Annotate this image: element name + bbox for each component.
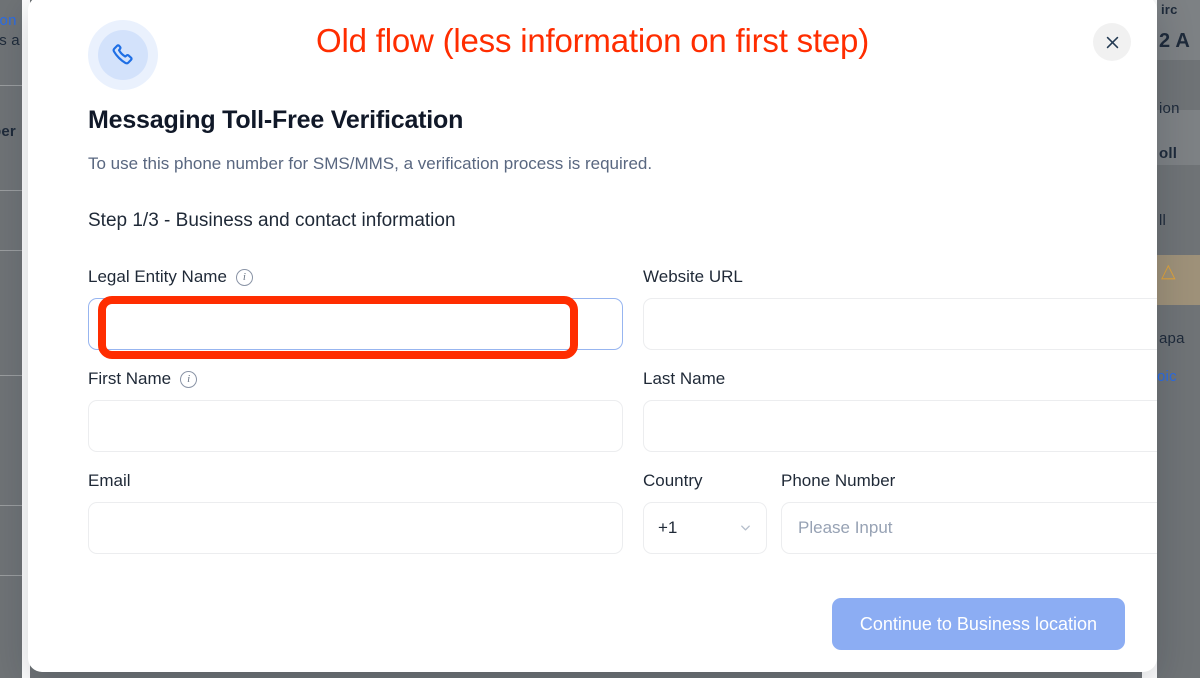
field-label-text: Email — [88, 471, 131, 490]
field-first-name: First Name i — [88, 368, 623, 452]
field-legal-entity-name: Legal Entity Name i — [88, 266, 623, 350]
background-right-content: irc 2 A ion oll ll △ apa oic — [1157, 0, 1200, 678]
field-country: Country +1 — [643, 470, 767, 554]
form-row: First Name i Last Name — [88, 368, 1157, 452]
field-label: First Name i — [88, 368, 623, 390]
background-fragment: ber — [0, 123, 16, 140]
close-button[interactable] — [1093, 23, 1131, 61]
phone-number-input[interactable] — [781, 502, 1157, 554]
field-label: Country — [643, 470, 767, 492]
field-label-text: Country — [643, 471, 703, 490]
warning-triangle-icon: △ — [1161, 261, 1176, 282]
field-label-text: Website URL — [643, 267, 743, 286]
modal-footer: Continue to Business location — [831, 598, 1125, 650]
email-input[interactable] — [88, 502, 623, 554]
field-label: Website URL — [643, 266, 1157, 288]
field-label: Phone Number — [781, 470, 1157, 492]
phone-subrow: Country +1 Phone Number Please Input — [643, 470, 1157, 554]
field-label-text: Legal Entity Name — [88, 267, 227, 286]
field-website-url: Website URL — [643, 266, 1157, 350]
field-last-name: Last Name — [643, 368, 1157, 452]
website-url-input[interactable] — [643, 298, 1157, 350]
form-row: Email Country +1 Phone Number Please Inp… — [88, 470, 1157, 554]
background-fragment: ll — [1159, 212, 1167, 229]
background-fragment: rs a — [0, 32, 20, 49]
field-label-text: Last Name — [643, 369, 726, 388]
background-fragment: irc — [1161, 2, 1178, 17]
first-name-input[interactable] — [88, 400, 623, 452]
field-label-text: Phone Number — [781, 471, 896, 490]
background-fragment: oll — [1159, 145, 1178, 162]
continue-to-business-location-button[interactable]: Continue to Business location — [831, 598, 1125, 650]
phone-icon — [98, 30, 148, 80]
verification-form: Legal Entity Name i Website URL First Na… — [88, 266, 1157, 572]
modal-subtitle: To use this phone number for SMS/MMS, a … — [88, 154, 653, 173]
toll-free-verification-modal: Old flow (less information on first step… — [28, 0, 1157, 672]
background-fragment: 2 A — [1159, 30, 1190, 52]
field-phone-group: Country +1 Phone Number Please Input — [643, 470, 1157, 554]
step-title: Step 1/3 - Business and contact informat… — [88, 210, 456, 231]
field-phone-number: Phone Number — [781, 470, 1157, 554]
legal-entity-name-input[interactable] — [88, 298, 623, 350]
annotation-title: Old flow (less information on first step… — [316, 22, 869, 59]
field-label: Legal Entity Name i — [88, 266, 623, 288]
field-label: Last Name — [643, 368, 1157, 390]
background-fragment: ion — [0, 12, 17, 29]
modal-avatar — [88, 20, 158, 90]
field-label-text: First Name — [88, 369, 172, 388]
background-fragment: apa — [1159, 330, 1185, 347]
field-label: Email — [88, 470, 623, 492]
info-icon[interactable]: i — [235, 268, 253, 286]
country-code-value: +1 — [658, 518, 678, 537]
background-fragment: ion — [1159, 100, 1180, 117]
form-row: Legal Entity Name i Website URL — [88, 266, 1157, 350]
country-code-select[interactable]: +1 — [643, 502, 767, 554]
chevron-down-icon — [738, 521, 753, 536]
page-title: Messaging Toll-Free Verification — [88, 106, 464, 134]
info-icon[interactable]: i — [180, 370, 198, 388]
background-fragment: oic — [1157, 368, 1177, 385]
close-icon — [1104, 34, 1121, 51]
screen: ion rs a ber irc 2 A ion oll ll △ apa oi… — [0, 0, 1200, 678]
field-email: Email — [88, 470, 623, 554]
last-name-input[interactable] — [643, 400, 1157, 452]
